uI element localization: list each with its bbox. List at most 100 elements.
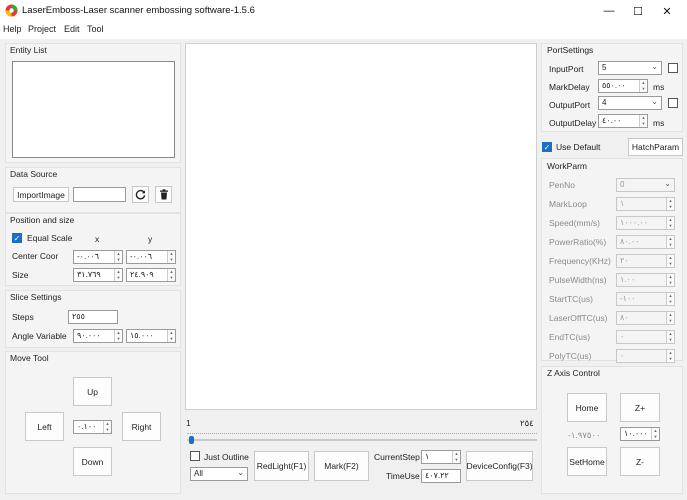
work-param-input[interactable]: ٠ ▲ ▼: [616, 349, 675, 363]
trash-icon: [159, 189, 168, 200]
spin-arrows-icon[interactable]: ▲ ▼: [114, 330, 122, 342]
maximize-button[interactable]: ☐: [623, 0, 653, 22]
move-up-button[interactable]: Up: [73, 377, 112, 406]
chevron-down-icon: ⌄: [651, 97, 658, 106]
work-param-input[interactable]: ١ ▲ ▼: [616, 197, 675, 211]
move-down-button[interactable]: Down: [73, 447, 112, 476]
close-button[interactable]: ✕: [652, 0, 682, 22]
spin-arrows-icon[interactable]: ▲ ▼: [666, 293, 674, 305]
spin-arrows-icon[interactable]: ▲ ▼: [452, 451, 460, 463]
work-param-input[interactable]: ٨٠ ▲ ▼: [616, 311, 675, 325]
work-param-label: PowerRatio(%): [549, 237, 607, 247]
slider-ticks: [187, 433, 537, 434]
z-step-input[interactable]: ١٠.٠٠٠ ▲ ▼: [620, 427, 660, 441]
output-port-select[interactable]: 4 ⌄: [598, 96, 662, 110]
redlight-button[interactable]: RedLight(F1): [254, 451, 309, 481]
minimize-button[interactable]: —: [594, 0, 624, 22]
chevron-down-icon[interactable]: ⌄: [664, 179, 671, 188]
equal-scale-checkbox[interactable]: ✓: [12, 233, 22, 243]
steps-input[interactable]: ٢٥٥: [68, 310, 118, 324]
entity-list-title: Entity List: [10, 45, 47, 55]
input-port-checkbox[interactable]: [668, 63, 678, 73]
angle-variable-label: Angle Variable: [12, 331, 67, 341]
mark-delay-input[interactable]: ٥٥٠.٠٠ ▲ ▼: [598, 79, 648, 93]
mark-button[interactable]: Mark(F2): [314, 451, 369, 481]
work-param-input[interactable]: ١٠٠٠.٠٠ ▲ ▼: [616, 216, 675, 230]
work-param-input[interactable]: ٨٠.٠٠ ▲ ▼: [616, 235, 675, 249]
input-port-select[interactable]: 5 ⌄: [598, 61, 662, 75]
time-use-label: TimeUse: [386, 471, 420, 481]
menu-tool[interactable]: Tool: [87, 24, 104, 34]
angle-b-value: ١٥.٠٠٠: [130, 331, 154, 340]
spin-arrows-icon[interactable]: ▲ ▼: [666, 217, 674, 229]
refresh-button[interactable]: [132, 186, 149, 203]
preview-canvas[interactable]: [185, 43, 537, 410]
output-delay-input[interactable]: ٤٠.٠٠ ▲ ▼: [598, 114, 648, 128]
spin-arrows-icon[interactable]: ▲ ▼: [114, 251, 122, 263]
spin-arrows-icon[interactable]: ▲ ▼: [167, 269, 175, 281]
center-x-value: -٠.٠٠٦: [77, 252, 100, 261]
work-param-input[interactable]: ٢٠ ▲ ▼: [616, 254, 675, 268]
center-x-input[interactable]: -٠.٠٠٦ ▲ ▼: [73, 250, 123, 264]
work-param-input[interactable]: -١٠٠ ▲ ▼: [616, 292, 675, 306]
title-bar: LaserEmboss-Laser scanner embossing soft…: [0, 0, 687, 22]
spin-arrows-icon[interactable]: ▲ ▼: [639, 115, 647, 127]
step-slider[interactable]: [187, 436, 537, 444]
center-coor-label: Center Coor: [12, 251, 59, 261]
work-param-label: PulseWidth(ns): [549, 275, 607, 285]
z-minus-button[interactable]: Z-: [620, 447, 660, 476]
move-left-button[interactable]: Left: [25, 412, 64, 441]
work-param-label: Speed(mm/s): [549, 218, 601, 228]
just-outline-checkbox[interactable]: [190, 451, 200, 461]
spin-arrows-icon[interactable]: ▲ ▼: [666, 198, 674, 210]
spin-arrows-icon[interactable]: ▲ ▼: [666, 236, 674, 248]
spin-arrows-icon[interactable]: ▲ ▼: [167, 330, 175, 342]
import-image-button[interactable]: ImportImage: [13, 187, 69, 202]
hatch-param-button[interactable]: HatchParam: [628, 138, 683, 156]
spin-arrows-icon[interactable]: ▲ ▼: [666, 274, 674, 286]
menu-edit[interactable]: Edit: [64, 24, 80, 34]
center-y-input[interactable]: -٠.٠٠٦ ▲ ▼: [126, 250, 176, 264]
device-config-button[interactable]: DeviceConfig(F3): [466, 451, 533, 481]
angle-a-input[interactable]: ٩٠.٠٠٠ ▲ ▼: [73, 329, 123, 343]
z-sethome-button[interactable]: SetHome: [567, 447, 607, 476]
scope-select[interactable]: All ⌄: [190, 467, 248, 481]
spin-arrows-icon[interactable]: ▲ ▼: [103, 421, 111, 433]
menu-help[interactable]: Help: [3, 24, 22, 34]
size-x-value: ٣١.٧٦٩: [77, 270, 101, 279]
spin-arrows-icon[interactable]: ▲ ▼: [167, 251, 175, 263]
spin-arrows-icon[interactable]: ▲ ▼: [666, 312, 674, 324]
output-port-checkbox[interactable]: [668, 98, 678, 108]
spin-arrows-icon[interactable]: ▲ ▼: [666, 350, 674, 362]
entity-list[interactable]: [12, 61, 175, 158]
z-plus-button[interactable]: Z+: [620, 393, 660, 422]
delete-button[interactable]: [155, 186, 172, 203]
image-path-field[interactable]: [73, 187, 126, 202]
spin-arrows-icon[interactable]: ▲ ▼: [114, 269, 122, 281]
spin-arrows-icon[interactable]: ▲ ▼: [651, 428, 659, 440]
work-param-value: ١: [620, 199, 625, 208]
work-param-input[interactable]: ١.٠٠ ▲ ▼: [616, 273, 675, 287]
work-param-value: ٠: [620, 332, 625, 341]
refresh-icon: [135, 189, 146, 200]
move-right-button[interactable]: Right: [122, 412, 161, 441]
spin-arrows-icon[interactable]: ▲ ▼: [666, 331, 674, 343]
current-step-input[interactable]: ١ ▲ ▼: [421, 450, 461, 464]
app-logo-icon: [5, 4, 18, 17]
work-param-input[interactable]: ٠ ▲ ▼: [616, 330, 675, 344]
work-param-panel: WorkParm PenNo 0 ⌄ MarkLoop ١ ▲ ▼ Speed(mm/s) ١٠…: [541, 158, 683, 363]
data-source-panel: Data Source ImportImage: [5, 167, 181, 213]
spin-arrows-icon[interactable]: ▲ ▼: [666, 255, 674, 267]
column-x-label: x: [95, 234, 100, 244]
menu-project[interactable]: Project: [28, 24, 56, 34]
size-y-input[interactable]: ٢٤.٩٠٩ ▲ ▼: [126, 268, 176, 282]
slider-thumb[interactable]: [189, 436, 194, 444]
work-param-input[interactable]: 0 ⌄: [616, 178, 675, 192]
size-x-input[interactable]: ٣١.٧٦٩ ▲ ▼: [73, 268, 123, 282]
use-default-checkbox[interactable]: ✓: [542, 142, 552, 152]
z-home-button[interactable]: Home: [567, 393, 607, 422]
move-step-input[interactable]: ٠.١٠٠ ▲ ▼: [73, 420, 112, 434]
input-port-value: 5: [602, 63, 607, 72]
spin-arrows-icon[interactable]: ▲ ▼: [639, 80, 647, 92]
angle-b-input[interactable]: ١٥.٠٠٠ ▲ ▼: [126, 329, 176, 343]
